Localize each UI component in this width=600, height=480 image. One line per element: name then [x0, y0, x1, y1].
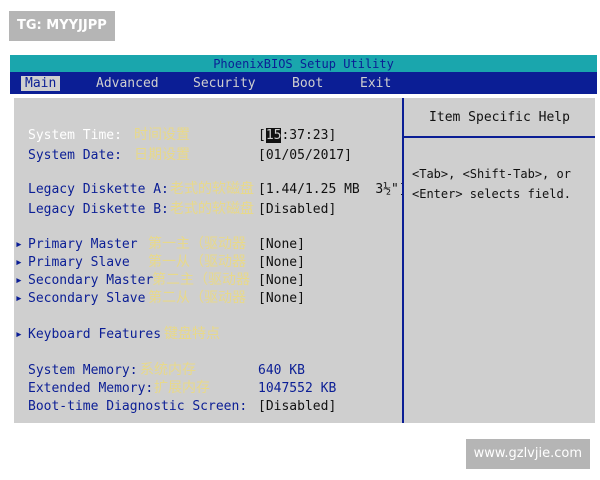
diskette-a-note: 老式的软磁盘 — [170, 181, 254, 197]
primary-master-value[interactable]: [None] — [258, 237, 305, 253]
system-time-rest: :37:23] — [281, 128, 337, 143]
extended-memory-label: Extended Memory: — [28, 381, 154, 396]
help-panel: Item Specific Help <Tab>, <Shift-Tab>, o… — [404, 98, 595, 423]
system-time-note: 时间设置 — [134, 127, 190, 143]
diskette-a-value[interactable]: [1.44/1.25 MB 3½"] — [258, 182, 407, 198]
bios-body: System Time: 时间设置 [15:37:23] System Date… — [14, 98, 595, 423]
system-date-value[interactable]: [01/05/2017] — [258, 148, 352, 164]
watermark-bottom: www.gzlvjie.com — [465, 439, 590, 469]
menu-boot[interactable]: Boot — [292, 76, 323, 91]
diskette-b-value[interactable]: [Disabled] — [258, 202, 336, 218]
menu-security[interactable]: Security — [193, 76, 256, 91]
diagnostic-screen-label: Boot-time Diagnostic Screen: — [28, 399, 248, 414]
diskette-b-label: Legacy Diskette B: — [28, 202, 169, 217]
bios-title: PhoenixBIOS Setup Utility — [213, 57, 394, 71]
secondary-master-label[interactable]: Secondary Master — [28, 273, 153, 289]
help-divider — [404, 136, 595, 138]
secondary-master-value[interactable]: [None] — [258, 273, 305, 289]
system-date-note: 日期设置 — [134, 147, 190, 163]
menu-main[interactable]: Main — [21, 76, 61, 91]
help-text: <Tab>, <Shift-Tab>, or <Enter> selects f… — [412, 167, 571, 201]
help-title: Item Specific Help — [429, 110, 570, 125]
system-date-label: System Date: — [28, 148, 122, 163]
title-bar: PhoenixBIOS Setup Utility — [10, 55, 597, 72]
menu-advanced[interactable]: Advanced — [96, 76, 159, 91]
menu-exit[interactable]: Exit — [360, 76, 391, 91]
primary-master-label[interactable]: Primary Master — [28, 237, 138, 253]
chevron-right-icon: ▸ — [15, 273, 23, 288]
menu-bar: Main Advanced Security Boot Exit — [10, 72, 597, 94]
main-settings-panel: System Time: 时间设置 [15:37:23] System Date… — [14, 98, 407, 423]
chevron-right-icon: ▸ — [15, 291, 23, 306]
system-time-hour[interactable]: 15 — [265, 128, 282, 143]
primary-master-note: 第一主（驱动器 — [148, 236, 246, 252]
bios-screen: PhoenixBIOS Setup Utility Main Advanced … — [10, 55, 597, 423]
chevron-right-icon: ▸ — [15, 255, 23, 270]
primary-slave-value[interactable]: [None] — [258, 255, 305, 271]
system-memory-note: 系统内存 — [140, 362, 196, 378]
secondary-slave-value[interactable]: [None] — [258, 291, 305, 307]
system-memory-label: System Memory: — [28, 363, 138, 378]
diskette-a-label: Legacy Diskette A: — [28, 182, 169, 197]
primary-slave-note: 第一从（驱动器 — [148, 254, 246, 270]
keyboard-features-note: 键盘特点 — [164, 326, 220, 342]
secondary-slave-label[interactable]: Secondary Slave — [28, 291, 145, 307]
system-time-bracket: [ — [258, 128, 266, 143]
extended-memory-value: 1047552 KB — [258, 381, 337, 396]
system-time-label: System Time: — [28, 128, 122, 143]
watermark-top: TG: MYYJJPP — [9, 11, 115, 41]
chevron-right-icon: ▸ — [15, 237, 23, 252]
system-memory-value: 640 KB — [258, 363, 305, 378]
diagnostic-screen-value[interactable]: [Disabled] — [258, 399, 336, 415]
system-time-field[interactable]: [15:37:23] — [258, 128, 336, 144]
primary-slave-label[interactable]: Primary Slave — [28, 255, 130, 271]
secondary-slave-note: 第二从（驱动器 — [148, 290, 246, 306]
extended-memory-note: 扩展内存 — [154, 380, 210, 396]
secondary-master-note: 第二主（驱动器 — [152, 272, 250, 288]
keyboard-features-label[interactable]: Keyboard Features — [28, 327, 161, 343]
diskette-b-note: 老式的软磁盘 — [170, 201, 254, 217]
chevron-right-icon: ▸ — [15, 327, 23, 342]
